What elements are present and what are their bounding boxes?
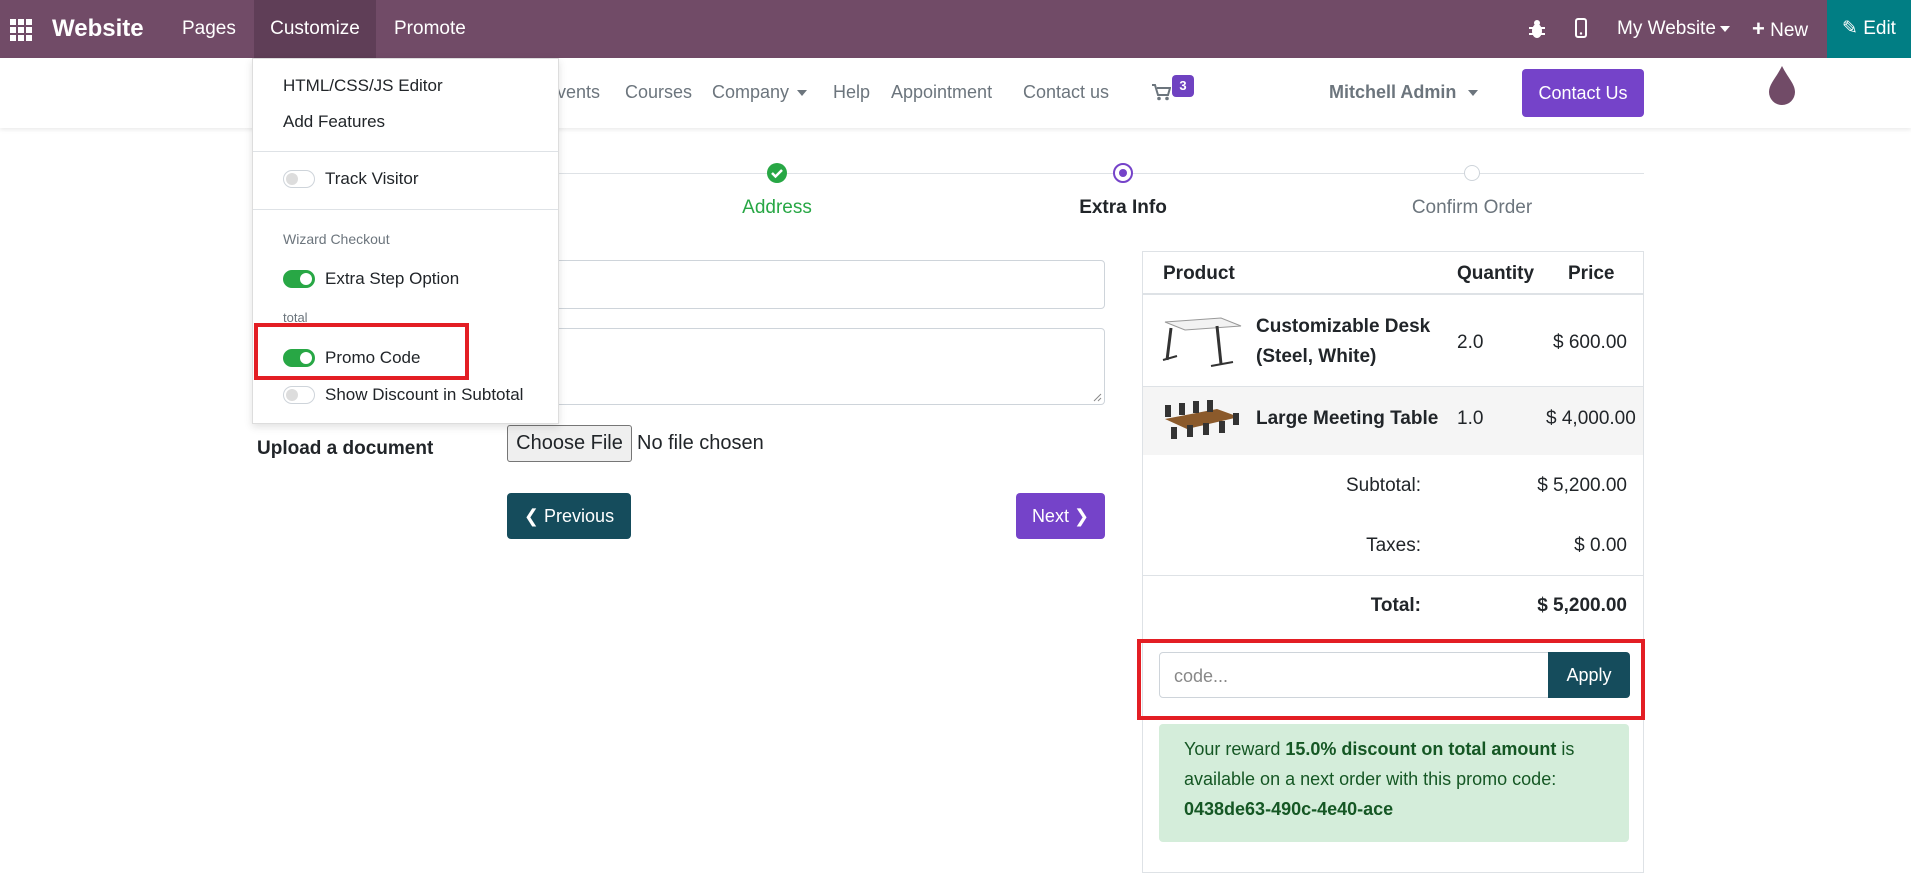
- extra-info-textarea[interactable]: [507, 328, 1105, 405]
- total-value: $ 5,200.00: [1537, 595, 1627, 616]
- subtotal-value: $ 5,200.00: [1537, 475, 1627, 496]
- menu-item-track-visitor[interactable]: Track Visitor: [325, 169, 419, 189]
- header-divider: [1143, 293, 1643, 295]
- extra-info-input[interactable]: [507, 260, 1105, 309]
- reward-alert: Your reward 15.0% discount on total amou…: [1159, 724, 1629, 842]
- address-step-check-icon: [767, 163, 787, 183]
- user-menu[interactable]: Mitchell Admin: [1329, 82, 1479, 103]
- reward-code: 0438de63-490c-4e40-ace: [1184, 799, 1394, 819]
- choose-file-button[interactable]: Choose File: [507, 425, 632, 462]
- subtotal-label: Subtotal:: [1346, 475, 1421, 496]
- nav-item-help[interactable]: Help: [833, 82, 870, 103]
- no-file-text: No file chosen: [637, 432, 764, 454]
- desk-name-line1[interactable]: Customizable Desk: [1256, 316, 1430, 338]
- website-selector-label: My Website: [1617, 18, 1716, 39]
- reward-discount: 15.0% discount on total amount: [1285, 739, 1557, 759]
- order-summary: Product Quantity Price Customizable Desk…: [1142, 251, 1644, 873]
- cart-count-badge: 3: [1172, 75, 1194, 97]
- nav-item-company-label: Company: [712, 82, 790, 102]
- step-confirm-order: Confirm Order: [1411, 197, 1533, 218]
- contact-us-button[interactable]: Contact Us: [1522, 69, 1644, 117]
- menu-customize[interactable]: Customize: [254, 0, 376, 58]
- pencil-icon: ✎: [1842, 18, 1858, 39]
- table-row: Large Meeting Table 1.0 $ 4,000.00: [1143, 387, 1643, 455]
- previous-button-label: Previous: [544, 506, 615, 526]
- odoo-drop-logo: [1768, 64, 1796, 111]
- chevron-left-icon: ❮: [523, 506, 540, 526]
- new-button[interactable]: + New: [1752, 0, 1808, 58]
- menu-item-extra-step[interactable]: Extra Step Option: [325, 269, 459, 289]
- bug-icon[interactable]: [1528, 19, 1546, 39]
- plus-icon: +: [1752, 16, 1765, 41]
- new-button-label: New: [1770, 20, 1809, 41]
- nav-item-courses[interactable]: Courses: [625, 82, 692, 103]
- steps-progress-line: [559, 173, 1644, 174]
- admin-topbar: Website Pages Customize Promote My Websi…: [0, 0, 1911, 58]
- wizard-checkout-header: Wizard Checkout: [283, 231, 390, 247]
- desk-qty: 2.0: [1457, 332, 1484, 353]
- step-extra-info: Extra Info: [1079, 197, 1167, 218]
- menu-item-add-features[interactable]: Add Features: [283, 112, 385, 132]
- apps-menu-icon[interactable]: [10, 19, 34, 41]
- upload-document-label: Upload a document: [257, 438, 434, 459]
- menu-divider: [253, 151, 558, 152]
- track-visitor-toggle[interactable]: [283, 170, 315, 188]
- resize-handle-icon[interactable]: [1093, 393, 1102, 402]
- total-divider: [1143, 575, 1643, 576]
- nav-item-company[interactable]: Company: [712, 82, 808, 103]
- desk-price: $ 600.00: [1553, 332, 1627, 353]
- cart-icon[interactable]: [1151, 83, 1172, 106]
- col-product: Product: [1163, 263, 1235, 284]
- desk-name-line2[interactable]: (Steel, White): [1256, 346, 1376, 368]
- confirm-step-dot-icon: [1464, 165, 1480, 181]
- meeting-table-price: $ 4,000.00: [1546, 408, 1636, 429]
- col-price: Price: [1568, 263, 1615, 284]
- nav-item-appointment[interactable]: Appointment: [891, 82, 992, 103]
- promo-code-highlight: [254, 323, 469, 380]
- menu-divider: [253, 209, 558, 210]
- meeting-table-name[interactable]: Large Meeting Table: [1256, 408, 1438, 430]
- extra-step-toggle[interactable]: [283, 270, 315, 288]
- promo-input-highlight: [1137, 639, 1645, 720]
- next-button-label: Next: [1031, 506, 1069, 526]
- meeting-table-image: [1161, 399, 1243, 441]
- user-name: Mitchell Admin: [1329, 82, 1457, 102]
- show-discount-toggle[interactable]: [283, 386, 315, 404]
- reward-prefix: Your reward: [1184, 739, 1286, 759]
- chevron-down-icon: [1468, 90, 1479, 97]
- chevron-down-icon: [797, 90, 808, 97]
- col-quantity: Quantity: [1457, 263, 1535, 284]
- extra-info-step-dot-icon: [1113, 163, 1133, 183]
- website-selector[interactable]: My Website: [1617, 0, 1730, 58]
- desk-product-image: [1161, 312, 1243, 370]
- menu-pages[interactable]: Pages: [182, 0, 236, 58]
- taxes-value: $ 0.00: [1574, 535, 1627, 556]
- edit-button-label: Edit: [1863, 18, 1896, 39]
- mobile-preview-icon[interactable]: [1575, 18, 1587, 40]
- total-label: Total:: [1370, 595, 1421, 616]
- previous-button[interactable]: ❮ Previous: [507, 493, 631, 539]
- meeting-table-qty: 1.0: [1457, 408, 1484, 429]
- nav-item-contact[interactable]: Contact us: [1023, 82, 1109, 103]
- app-brand[interactable]: Website: [52, 0, 144, 58]
- menu-item-show-discount[interactable]: Show Discount in Subtotal: [325, 385, 523, 405]
- taxes-label: Taxes:: [1366, 535, 1421, 556]
- chevron-down-icon: [1719, 25, 1730, 32]
- edit-button[interactable]: ✎ Edit: [1827, 0, 1911, 58]
- menu-item-html-editor[interactable]: HTML/CSS/JS Editor: [283, 76, 443, 96]
- chevron-right-icon: ❯: [1073, 506, 1090, 526]
- menu-promote[interactable]: Promote: [394, 0, 466, 58]
- step-address: Address: [742, 197, 812, 218]
- next-button[interactable]: Next ❯: [1016, 493, 1105, 539]
